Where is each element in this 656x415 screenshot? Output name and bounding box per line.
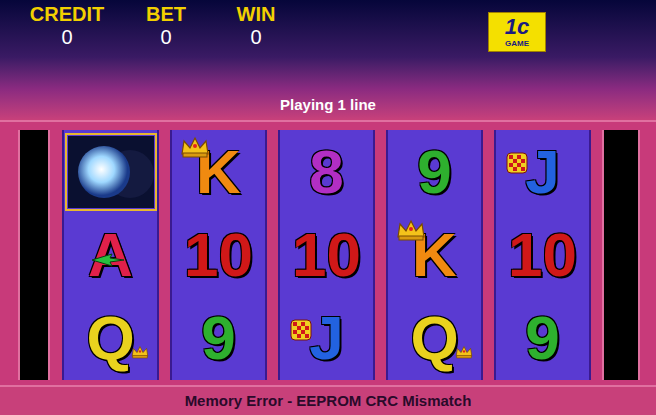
header: CREDIT0BET0WIN01cGAME	[0, 0, 656, 57]
symbol-label: J	[309, 307, 343, 369]
meter-label: CREDIT	[30, 2, 104, 26]
crown-icon	[455, 344, 473, 360]
chip-icon	[290, 319, 312, 341]
reels: AQK109810J9KQJ109	[62, 130, 591, 380]
left-pillar	[18, 130, 50, 380]
status-text: Memory Error - EEPROM CRC Mismatch	[185, 390, 472, 413]
symbol-label: 10	[292, 224, 361, 286]
moon-symbol	[65, 133, 157, 211]
arrow-icon	[90, 251, 126, 269]
logo: 1cGAME	[488, 12, 546, 52]
symbol-label: 9	[525, 307, 559, 369]
reel-symbol: A	[64, 213, 157, 296]
crown-icon	[180, 136, 210, 158]
meter-value: 0	[61, 26, 72, 48]
reel-frame: AQK109810J9KQJ109	[0, 120, 656, 385]
crown-icon	[396, 219, 426, 241]
reel-symbol: K	[388, 213, 481, 296]
meter-value: 0	[160, 26, 171, 48]
symbol-label: 8	[309, 141, 343, 203]
meter-value: 0	[250, 26, 261, 48]
status-bar: Memory Error - EEPROM CRC Mismatch	[0, 385, 656, 415]
symbol-label: Q	[86, 307, 134, 369]
reel-symbol: J	[280, 297, 373, 380]
symbol-label: 9	[201, 307, 235, 369]
reel: 8 10 J	[278, 130, 375, 380]
meter-label: BET	[146, 2, 186, 26]
right-pillar	[602, 130, 640, 380]
symbol-label: 10	[184, 224, 253, 286]
meter: BET0	[139, 0, 193, 48]
reel-symbol: 10	[280, 213, 373, 296]
symbol-label: 10	[508, 224, 577, 286]
reel-symbol	[64, 130, 157, 213]
reel-symbol: Q	[64, 297, 157, 380]
crown-icon	[131, 344, 149, 360]
reel-symbol: 9	[496, 297, 589, 380]
meter-label: WIN	[237, 2, 276, 26]
reel-symbol: 9	[172, 297, 265, 380]
chip-icon	[506, 152, 528, 174]
meter: WIN0	[227, 0, 285, 48]
reel-symbol: 9	[388, 130, 481, 213]
meter: CREDIT0	[19, 0, 115, 48]
moon-icon	[68, 136, 154, 208]
logo-main: 1c	[505, 15, 529, 39]
reel: 9 KQ	[386, 130, 483, 380]
symbol-label: J	[525, 141, 559, 203]
reel-symbol: 10	[496, 213, 589, 296]
sky: Playing 1 line	[0, 57, 656, 120]
reel: K 10 9	[170, 130, 267, 380]
logo-sub: GAME	[505, 39, 529, 49]
reel-symbol: Q	[388, 297, 481, 380]
slot-screen: CREDIT0BET0WIN01cGAMEPlaying 1 lineAQK10…	[0, 0, 656, 415]
message: Playing 1 line	[280, 94, 376, 117]
reel: AQ	[62, 130, 159, 380]
reel-symbol: J	[496, 130, 589, 213]
reel-symbol: 10	[172, 213, 265, 296]
symbol-label: Q	[410, 307, 458, 369]
reel-symbol: K	[172, 130, 265, 213]
reel: J 10 9	[494, 130, 591, 380]
reel-symbol: 8	[280, 130, 373, 213]
symbol-label: 9	[417, 141, 451, 203]
